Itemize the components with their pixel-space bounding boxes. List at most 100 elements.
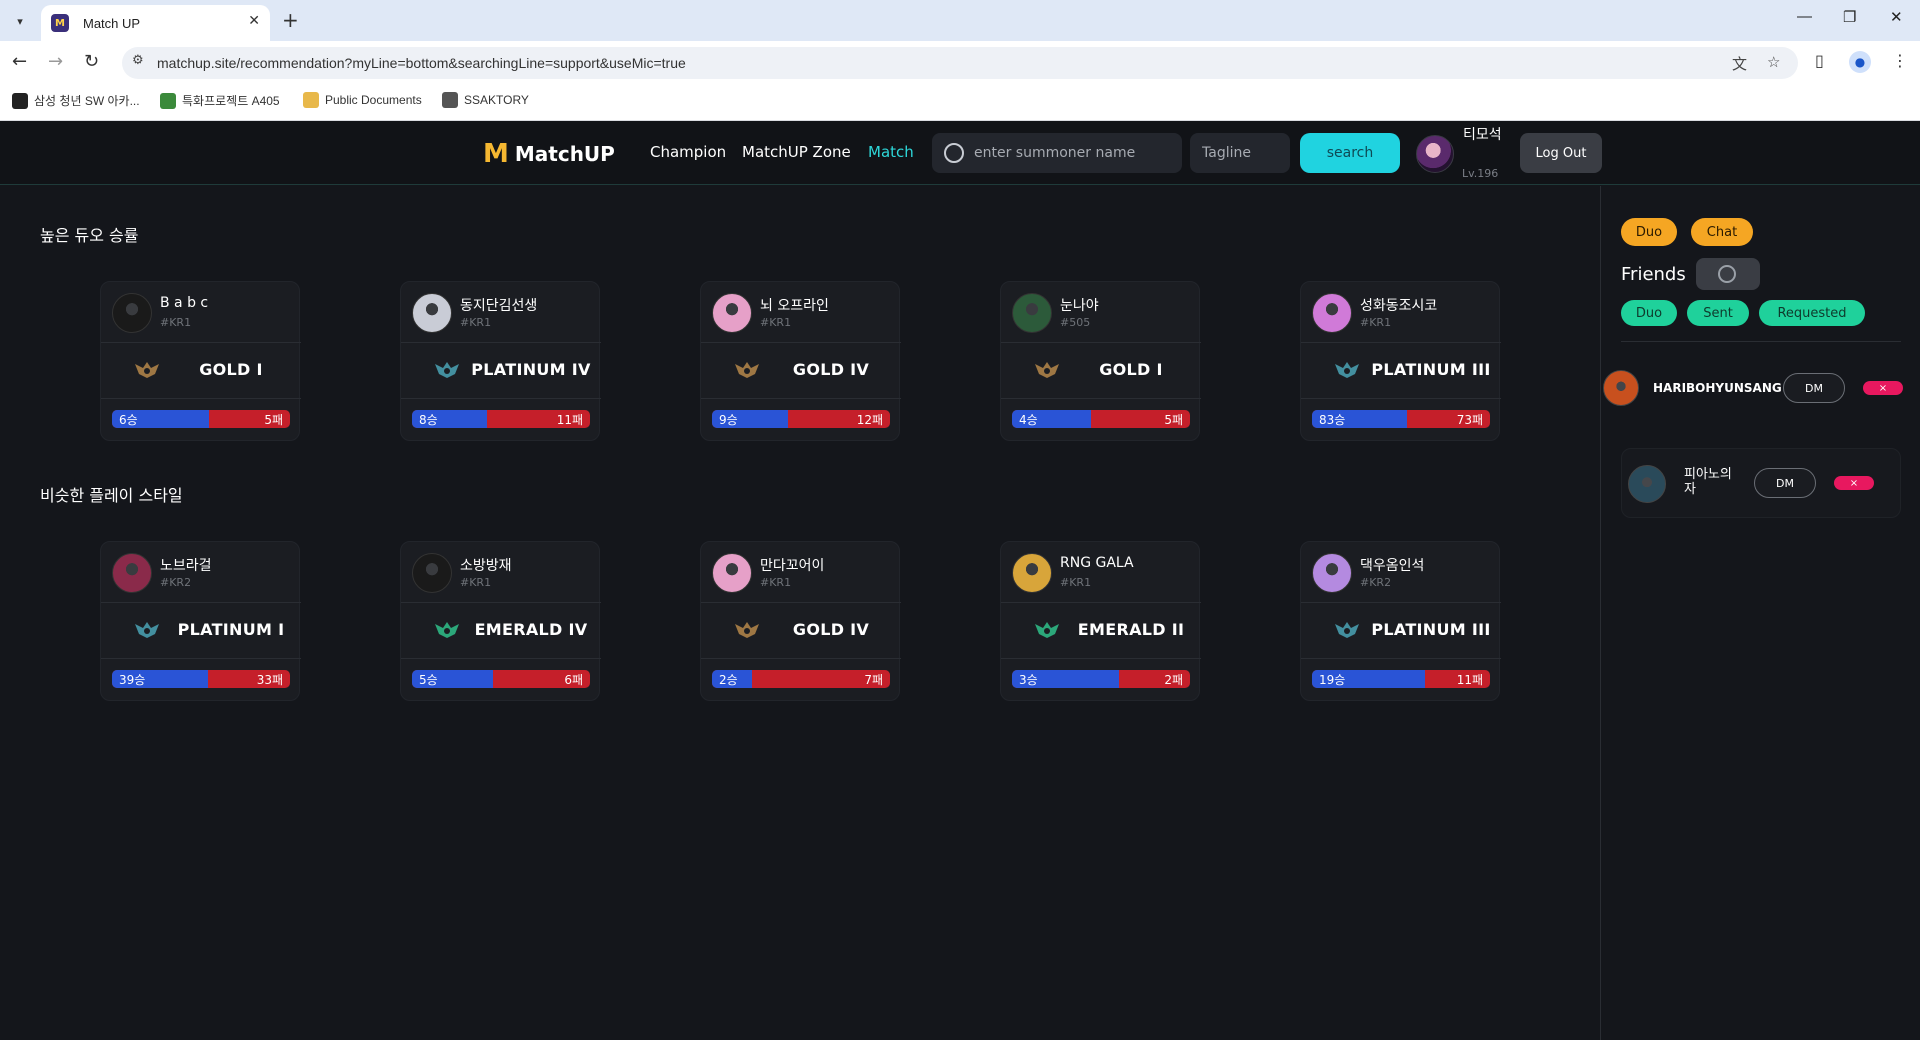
card-header: 눈나야 #505 [1001, 282, 1201, 343]
minimize-icon[interactable]: — [1797, 8, 1812, 25]
tab-search-icon[interactable]: ▾ [8, 9, 32, 33]
bookmark-item[interactable]: 삼성 청년 SW 아카... [12, 92, 140, 109]
tab-favicon-icon: M [51, 14, 69, 32]
card-header: 소방방재 #KR1 [401, 542, 601, 603]
summoner-name: 뇌 오프라인 [760, 298, 829, 314]
bookmark-label: 특화프로젝트 A405 [182, 94, 280, 108]
recommendation-main: 높은 듀오 승률 B a b c #KR1 GOLD I 6승 5패 동지단김선생 #KR1… [0, 186, 1600, 1040]
browser-tab[interactable]: M Match UP ✕ [41, 5, 270, 41]
summoner-name-input[interactable] [974, 133, 1174, 173]
tier-label: PLATINUM IV [471, 360, 591, 379]
search-button[interactable]: search [1300, 133, 1400, 173]
tab-strip: ▾ M Match UP ✕ + — ❐ ✕ [0, 0, 1920, 41]
new-tab-icon[interactable]: + [282, 8, 299, 32]
menu-icon[interactable]: ⋮ [1892, 51, 1908, 70]
chat-tab-button[interactable]: Chat [1691, 218, 1753, 246]
tier-label: GOLD IV [792, 360, 870, 379]
summoner-card[interactable]: 뇌 오프라인 #KR1 GOLD IV 9승 12패 [700, 281, 901, 441]
summoner-card[interactable]: 눈나야 #505 GOLD I 4승 5패 [1000, 281, 1201, 441]
win-loss-bar: 39승 33패 [112, 670, 290, 688]
summoner-tag: #KR1 [1060, 576, 1092, 589]
duo-tab-button[interactable]: Duo [1621, 218, 1677, 246]
tier-row: GOLD I [101, 343, 301, 399]
remove-friend-button[interactable]: × [1834, 476, 1874, 490]
forward-icon[interactable]: → [48, 51, 63, 72]
logo[interactable]: M MatchUP [483, 139, 615, 169]
summoner-name: 댁우옴인석 [1360, 558, 1425, 574]
wins-label: 8승 [419, 413, 438, 427]
tier-emblem-icon [135, 622, 159, 638]
translate-icon[interactable]: 文 [1732, 53, 1747, 74]
nav-matchup-zone[interactable]: MatchUP Zone [742, 143, 851, 161]
address-bar[interactable]: ⚙ matchup.site/recommendation?myLine=bot… [122, 47, 1798, 79]
dm-button[interactable]: DM [1783, 373, 1845, 403]
wins-label: 5승 [419, 673, 438, 687]
logo-mark: M [483, 139, 509, 169]
bookmark-item[interactable]: 특화프로젝트 A405 [160, 92, 280, 109]
tab-title: Match UP [83, 15, 141, 31]
summoner-card[interactable]: 댁우옴인석 #KR2 PLATINUM III 19승 11패 [1300, 541, 1501, 701]
side-panel-icon[interactable]: ▯ [1815, 51, 1824, 70]
bookmark-label: 삼성 청년 SW 아카... [34, 94, 140, 108]
summoner-card[interactable]: 만다꼬어이 #KR1 GOLD IV 2승 7패 [700, 541, 901, 701]
win-loss-bar: 6승 5패 [112, 410, 290, 428]
tier-label: PLATINUM III [1371, 360, 1491, 379]
summoner-card[interactable]: 소방방재 #KR1 EMERALD IV 5승 6패 [400, 541, 601, 701]
losses-label: 11패 [1456, 673, 1483, 687]
friend-item[interactable]: HARIBOHYUNSANG DM × [1601, 366, 1920, 416]
close-window-icon[interactable]: ✕ [1890, 8, 1903, 26]
avatar[interactable] [1416, 135, 1454, 173]
remove-friend-button[interactable]: × [1863, 381, 1903, 395]
tier-row: PLATINUM I [101, 603, 301, 659]
summoner-name: RNG GALA [1060, 555, 1134, 571]
summoner-avatar [412, 553, 452, 593]
tier-emblem-icon [735, 622, 759, 638]
summoner-tag: #KR1 [760, 576, 792, 589]
site-info-icon[interactable]: ⚙ [132, 53, 144, 68]
win-loss-bar: 5승 6패 [412, 670, 590, 688]
wins-label: 39승 [119, 673, 146, 687]
card-header: 만다꼬어이 #KR1 [701, 542, 901, 603]
profile-icon[interactable]: ● [1849, 51, 1871, 73]
summoner-tag: #KR1 [460, 316, 492, 329]
user-name: 티모석 [1463, 127, 1502, 143]
summoner-card[interactable]: RNG GALA #KR1 EMERALD II 3승 2패 [1000, 541, 1201, 701]
summoner-card[interactable]: B a b c #KR1 GOLD I 6승 5패 [100, 281, 301, 441]
summoner-card[interactable]: 성화동조시코 #KR1 PLATINUM III 83승 73패 [1300, 281, 1501, 441]
back-icon[interactable]: ← [12, 51, 27, 72]
bookmark-item[interactable]: SSAKTORY [442, 92, 529, 108]
wins-label: 2승 [719, 673, 738, 687]
bookmarks-bar: 삼성 청년 SW 아카... 특화프로젝트 A405 Public Docume… [0, 83, 1920, 121]
nav-champion[interactable]: Champion [650, 143, 726, 161]
friend-name: HARIBOHYUNSANG [1653, 381, 1782, 395]
friends-heading: Friends [1621, 264, 1686, 285]
friend-item[interactable]: 피아노의 자 DM × [1621, 448, 1901, 518]
summoner-card[interactable]: 동지단김선생 #KR1 PLATINUM IV 8승 11패 [400, 281, 601, 441]
filter-requested-button[interactable]: Requested [1759, 300, 1865, 326]
bookmark-favicon-icon [160, 92, 176, 109]
summoner-avatar [412, 293, 452, 333]
filter-duo-button[interactable]: Duo [1621, 300, 1677, 326]
losses-label: 12패 [856, 413, 883, 427]
card-header: RNG GALA #KR1 [1001, 542, 1201, 603]
losses-label: 2패 [1164, 673, 1183, 687]
bookmark-item[interactable]: Public Documents [303, 92, 422, 108]
filter-sent-button[interactable]: Sent [1687, 300, 1749, 326]
logout-button[interactable]: Log Out [1520, 133, 1602, 173]
dm-button[interactable]: DM [1754, 468, 1816, 498]
bookmark-star-icon[interactable]: ☆ [1767, 53, 1780, 71]
summoner-card[interactable]: 노브라걸 #KR2 PLATINUM I 39승 33패 [100, 541, 301, 701]
friends-search-button[interactable] [1696, 258, 1760, 290]
tier-row: PLATINUM III [1301, 603, 1501, 659]
reload-icon[interactable]: ↻ [84, 51, 99, 72]
tier-label: PLATINUM I [177, 620, 285, 639]
summoner-avatar [712, 293, 752, 333]
tagline-input[interactable] [1190, 133, 1290, 173]
summoner-name: B a b c [160, 295, 209, 311]
restore-icon[interactable]: ❐ [1843, 8, 1856, 26]
nav-match[interactable]: Match [868, 143, 914, 161]
win-loss-bar: 3승 2패 [1012, 670, 1190, 688]
close-tab-icon[interactable]: ✕ [248, 13, 260, 29]
user-level: Lv.196 [1462, 167, 1499, 180]
losses-label: 73패 [1456, 413, 1483, 427]
